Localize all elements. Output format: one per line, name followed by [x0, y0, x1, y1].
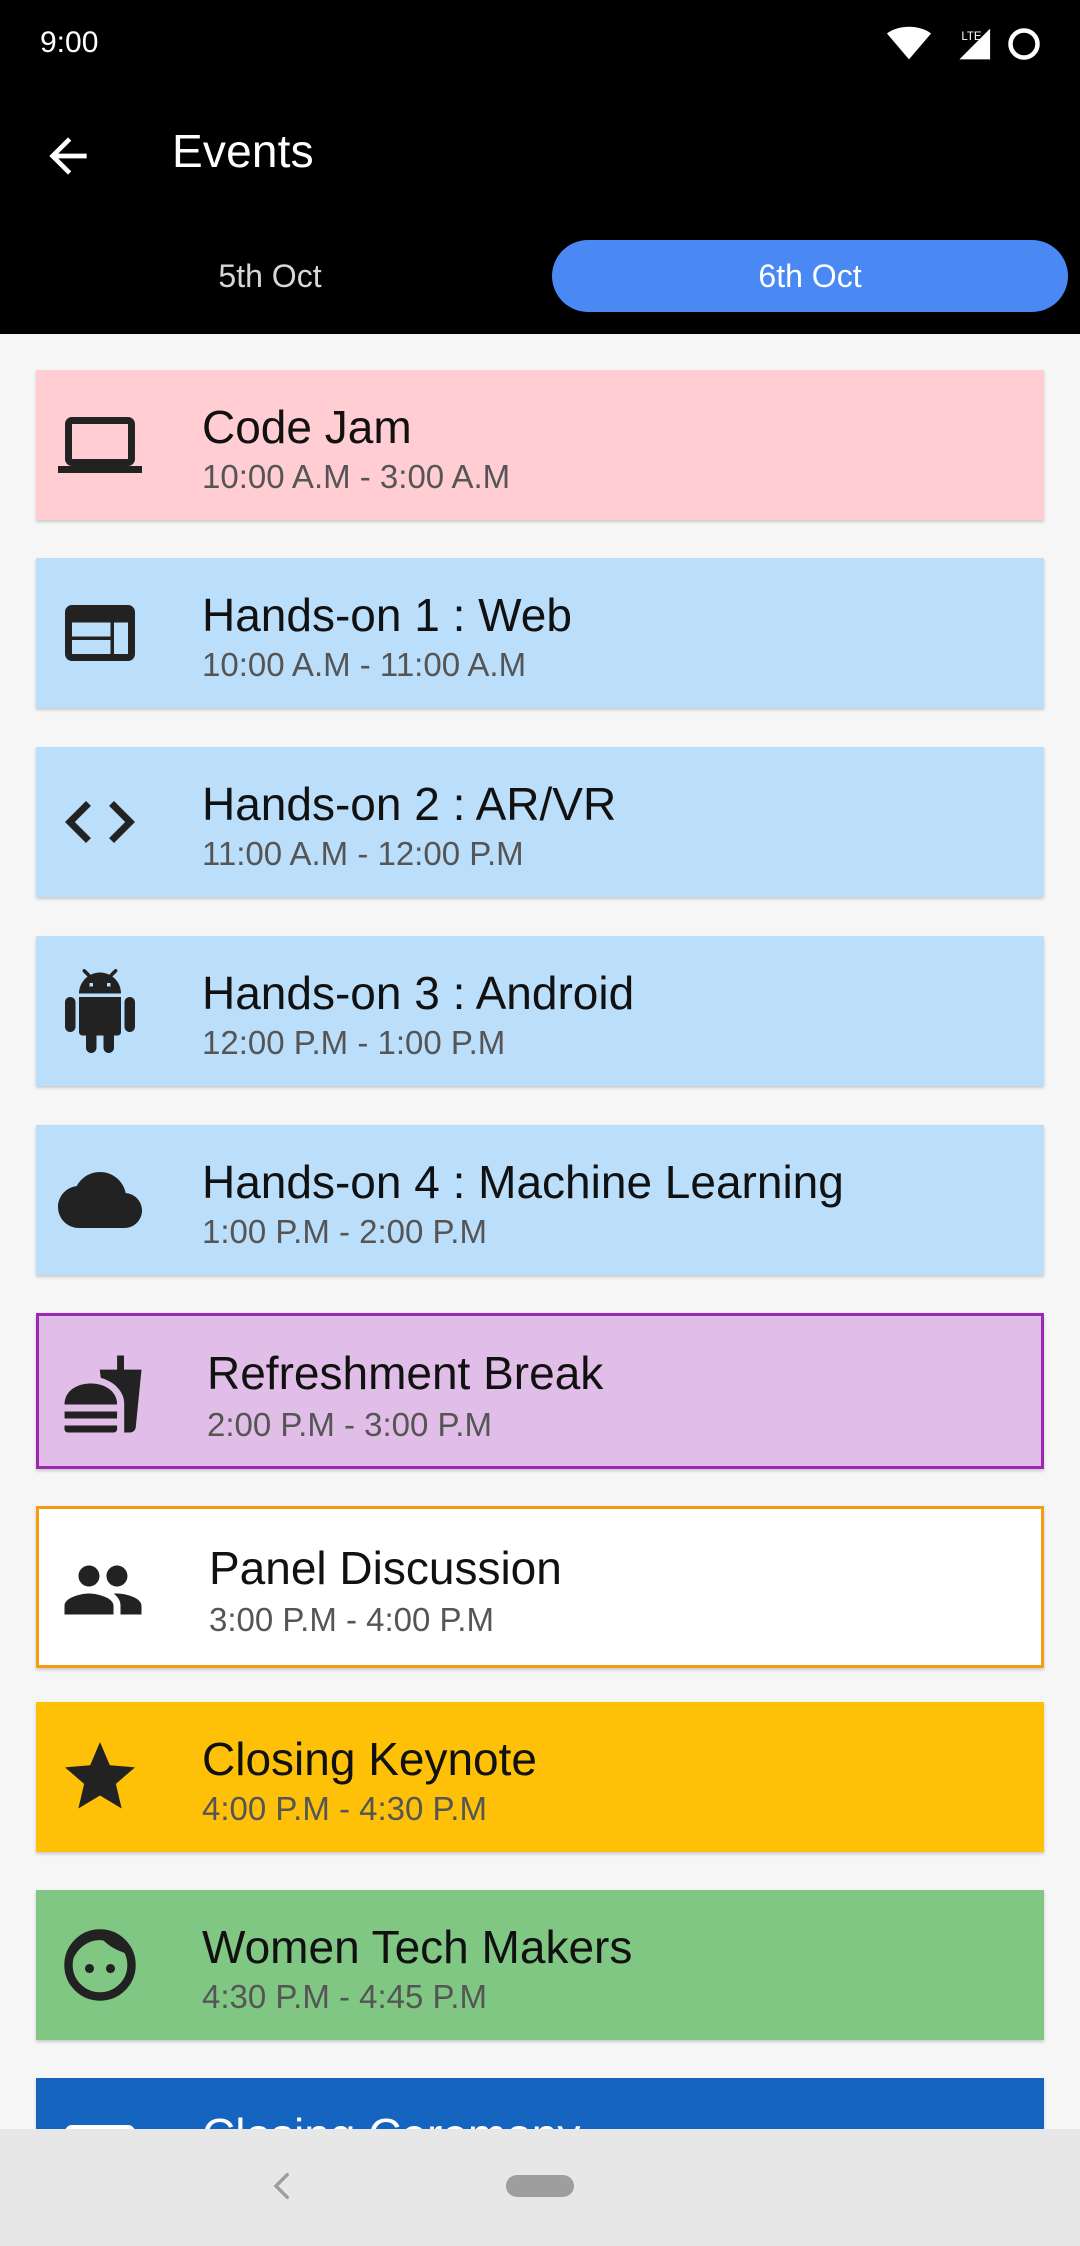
event-name: Hands-on 3 : Android: [202, 967, 635, 1019]
status-bar: 9:00 LTE: [0, 0, 1080, 90]
event-card[interactable]: Hands-on 2 : AR/VR 11:00 A.M - 12:00 P.M: [36, 747, 1044, 897]
system-nav-bar: [0, 2129, 1080, 2246]
battery-circle-icon: [1008, 28, 1040, 60]
event-name: Hands-on 4 : Machine Learning: [202, 1156, 844, 1208]
back-arrow-icon[interactable]: [40, 128, 96, 184]
date-tabs: 5th Oct 6th Oct: [0, 220, 1080, 334]
status-icons: LTE: [886, 22, 1042, 66]
event-time: 4:30 P.M - 4:45 P.M: [202, 1978, 487, 2015]
event-card[interactable]: Closing Ceremony: [36, 2078, 1044, 2129]
web-layout-icon: [65, 605, 135, 661]
wifi-icon: [886, 26, 932, 60]
event-card[interactable]: Refreshment Break 2:00 P.M - 3:00 P.M: [36, 1313, 1044, 1469]
event-card[interactable]: Women Tech Makers 4:30 P.M - 4:45 P.M: [36, 1890, 1044, 2040]
status-time: 9:00: [40, 26, 99, 59]
face-icon: [64, 1929, 136, 2001]
android-icon: [65, 969, 135, 1053]
svg-text:LTE: LTE: [961, 31, 982, 43]
event-name: Women Tech Makers: [202, 1921, 633, 1973]
event-card[interactable]: Panel Discussion 3:00 P.M - 4:00 P.M: [36, 1506, 1044, 1668]
event-card[interactable]: Hands-on 1 : Web 10:00 A.M - 11:00 A.M: [36, 558, 1044, 708]
event-name: Refreshment Break: [207, 1347, 604, 1399]
event-time: 2:00 P.M - 3:00 P.M: [207, 1406, 492, 1443]
event-name: Panel Discussion: [209, 1542, 562, 1594]
cloud-icon: [58, 1172, 142, 1228]
signal-icon: LTE: [959, 28, 991, 60]
tab-5th-oct[interactable]: 5th Oct: [40, 240, 500, 312]
event-name: Hands-on 2 : AR/VR: [202, 778, 617, 830]
nav-back-icon[interactable]: [266, 2169, 300, 2203]
card-icon: [65, 2125, 135, 2129]
event-name: Hands-on 1 : Web: [202, 589, 572, 641]
fastfood-icon: [64, 1355, 142, 1433]
event-time: 12:00 P.M - 1:00 P.M: [202, 1024, 506, 1061]
event-card[interactable]: Hands-on 3 : Android 12:00 P.M - 1:00 P.…: [36, 936, 1044, 1086]
event-list: Code Jam 10:00 A.M - 3:00 A.M Hands-on 1…: [0, 334, 1080, 2129]
event-time: 4:00 P.M - 4:30 P.M: [202, 1790, 487, 1827]
event-card[interactable]: Closing Keynote 4:00 P.M - 4:30 P.M: [36, 1702, 1044, 1852]
event-time: 11:00 A.M - 12:00 P.M: [202, 835, 524, 872]
event-name: Closing Keynote: [202, 1733, 537, 1785]
event-time: 10:00 A.M - 3:00 A.M: [202, 458, 511, 495]
star-icon: [65, 1742, 135, 1809]
event-time: 10:00 A.M - 11:00 A.M: [202, 646, 527, 683]
tab-6th-oct[interactable]: 6th Oct: [552, 240, 1068, 312]
laptop-icon: [58, 417, 142, 473]
people-icon: [64, 1565, 142, 1615]
event-card[interactable]: Hands-on 4 : Machine Learning 1:00 P.M -…: [36, 1125, 1044, 1275]
event-time: 1:00 P.M - 2:00 P.M: [202, 1213, 487, 1250]
nav-home-pill[interactable]: [506, 2175, 574, 2197]
app-bar: Events: [0, 90, 1080, 220]
event-time: 3:00 P.M - 4:00 P.M: [209, 1601, 494, 1638]
event-name: Closing Ceremony: [202, 2108, 580, 2129]
event-name: Code Jam: [202, 401, 412, 453]
code-icon: [65, 801, 135, 843]
event-card[interactable]: Code Jam 10:00 A.M - 3:00 A.M: [36, 370, 1044, 520]
page-title: Events: [172, 125, 314, 177]
